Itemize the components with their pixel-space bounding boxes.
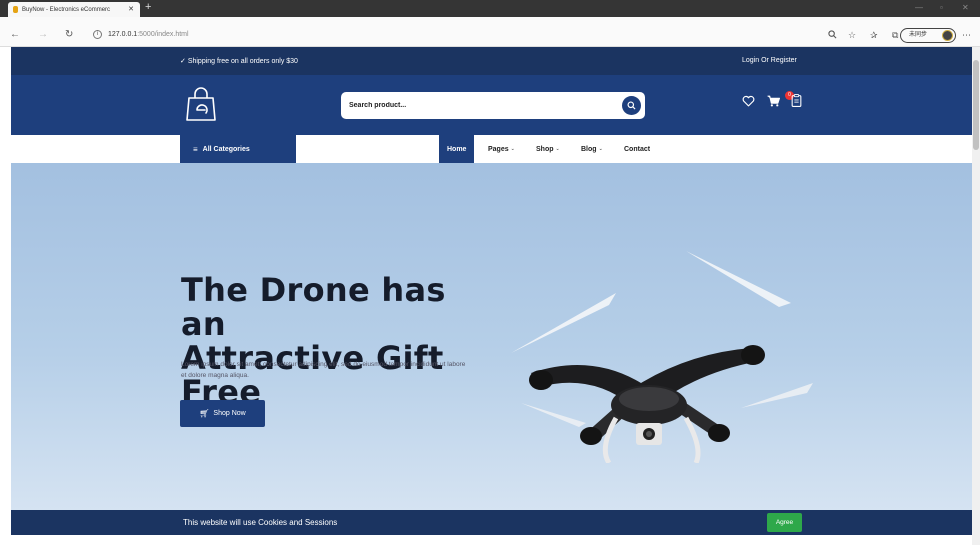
browser-tab[interactable]: BuyNow - Electronics eCommerc ✕ — [8, 2, 140, 17]
chevron-down-icon: ⌄ — [598, 146, 603, 152]
hero-banner: The Drone has an Attractive Gift Free Lo… — [11, 163, 972, 510]
url-path: :5000/index.html — [137, 31, 189, 38]
more-icon[interactable]: ⋯ — [962, 30, 971, 41]
menu-icon: ≡ — [193, 144, 198, 154]
close-window-icon[interactable]: ✕ — [962, 3, 969, 12]
search-button[interactable] — [622, 96, 641, 115]
nav-item-blog[interactable]: Blog ⌄ — [581, 135, 603, 163]
chevron-down-icon: ⌄ — [510, 146, 515, 152]
hero-title-line-1: The Drone has an — [181, 271, 446, 343]
url-host: 127.0.0.1 — [108, 31, 138, 38]
cart-icon: 🛒︎ — [199, 409, 210, 418]
cookie-banner: This website will use Cookies and Sessio… — [11, 510, 972, 535]
nav-item-shop[interactable]: Shop ⌄ — [536, 135, 560, 163]
cart-icon[interactable] — [767, 95, 780, 107]
shop-now-button[interactable]: 🛒︎ Shop Now — [180, 400, 265, 427]
new-tab-button[interactable]: + — [145, 1, 151, 13]
site-info-icon[interactable]: i — [93, 30, 102, 39]
tab-title: BuyNow - Electronics eCommerc — [22, 6, 111, 13]
search-input[interactable] — [349, 98, 619, 113]
page-bottom — [11, 535, 972, 545]
main-navbar: ≡ All Categories Home Pages ⌄ Shop ⌄ Blog ⌄… — [11, 135, 972, 163]
login-register-link[interactable]: Login Or Register — [742, 57, 797, 64]
cookie-message: This website will use Cookies and Sessio… — [183, 518, 338, 527]
search-icon — [627, 101, 636, 110]
clipboard-icon[interactable] — [791, 94, 802, 107]
url-field[interactable]: 127.0.0.1:5000/index.html — [108, 31, 189, 38]
search-box — [341, 92, 645, 119]
nav-item-contact[interactable]: Contact — [624, 135, 650, 163]
maximize-icon[interactable]: ▫ — [940, 3, 943, 12]
avatar — [942, 30, 953, 41]
shipping-text: Shipping free on all orders only $30 — [187, 58, 298, 65]
browser-tab-strip: BuyNow - Electronics eCommerc ✕ + — ▫ ✕ — [0, 0, 980, 17]
check-icon: ✓ — [180, 58, 188, 65]
tab-close-icon[interactable]: ✕ — [128, 5, 134, 13]
nav-item-label: Blog — [581, 145, 597, 153]
nav-item-label: Contact — [624, 145, 651, 153]
nav-item-pages[interactable]: Pages ⌄ — [488, 135, 515, 163]
nav-item-label: Home — [447, 145, 467, 153]
nav-item-label: Shop — [536, 145, 554, 153]
sync-label: 未同步 — [909, 32, 928, 38]
chevron-down-icon: ⌄ — [555, 146, 560, 152]
hero-title: The Drone has an Attractive Gift Free — [181, 273, 501, 409]
all-categories-label: All Categories — [202, 145, 250, 153]
nav-item-label: Pages — [488, 145, 509, 153]
minimize-icon[interactable]: — — [915, 3, 923, 12]
shop-now-label: Shop Now — [213, 410, 246, 417]
site-header: 0 — [11, 75, 972, 135]
collections-icon[interactable]: ⧉ — [892, 30, 898, 41]
star-icon[interactable]: ☆ — [848, 30, 856, 41]
forward-icon[interactable]: → — [38, 30, 48, 40]
scrollbar-thumb[interactable] — [973, 60, 979, 150]
search-icon[interactable] — [828, 30, 837, 41]
refresh-icon[interactable]: ↻ — [65, 30, 73, 40]
address-bar: ← → ↻ i 127.0.0.1:5000/index.html ☆ ✰ ⧉ … — [0, 17, 980, 47]
nav-item-home[interactable]: Home — [439, 135, 475, 163]
site-favicon-icon — [13, 6, 18, 13]
hero-description: Lorem ipsum dolor sit amet, consectetur … — [181, 361, 466, 379]
topbar: ✓ Shipping free on all orders only $30 L… — [11, 47, 972, 75]
agree-button[interactable]: Agree — [767, 513, 802, 532]
all-categories-button[interactable]: ≡ All Categories — [180, 135, 296, 163]
shipping-notice: ✓ Shipping free on all orders only $30 — [180, 57, 298, 65]
page-gutter — [0, 47, 11, 545]
logo-bag-icon[interactable] — [185, 86, 217, 122]
wishlist-heart-icon[interactable] — [742, 95, 755, 107]
drone-image — [511, 251, 813, 463]
favorites-icon[interactable]: ✰ — [870, 30, 878, 41]
back-icon[interactable]: ← — [10, 30, 20, 40]
profile-sync-button[interactable]: 未同步 — [900, 28, 956, 43]
